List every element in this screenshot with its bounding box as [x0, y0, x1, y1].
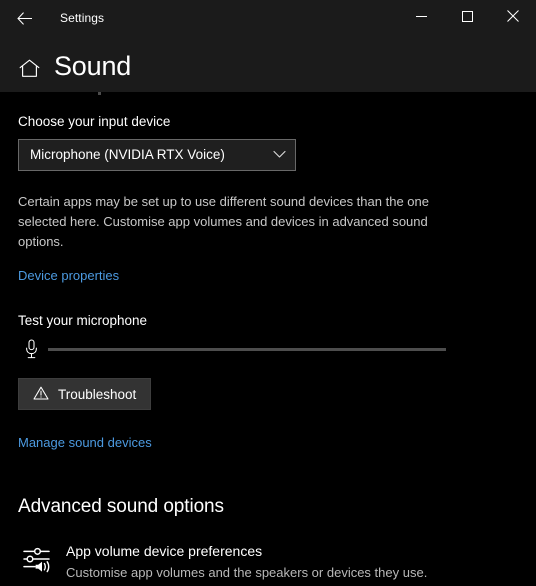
input-device-description: Certain apps may be set up to use differ… [18, 193, 429, 250]
microphone-level-row [18, 336, 518, 362]
microphone-test-label: Test your microphone [18, 313, 148, 329]
microphone-icon [18, 339, 44, 359]
advanced-item-description: Customise app volumes and the speakers o… [66, 564, 428, 580]
home-icon[interactable] [16, 59, 42, 78]
app-volume-mixer-icon [20, 545, 56, 573]
settings-content: Choose your input device Microphone (NVI… [0, 91, 536, 586]
device-properties-link[interactable]: Device properties [18, 268, 119, 284]
settings-window: Settings Sound Choose your input device … [0, 0, 536, 586]
minimize-button[interactable] [398, 0, 444, 36]
title-bar: Settings [0, 0, 536, 36]
back-button[interactable] [2, 2, 46, 34]
maximize-button[interactable] [444, 0, 490, 36]
page-header: Sound [0, 36, 536, 92]
microphone-level-bar [48, 347, 446, 351]
advanced-item-app-volume[interactable]: App volume device preferences Customise … [18, 538, 488, 585]
input-device-label: Choose your input device [18, 113, 171, 129]
advanced-sound-options-title: Advanced sound options [18, 496, 224, 518]
app-title: Settings [60, 11, 105, 25]
back-arrow-icon [16, 11, 32, 25]
scrolled-content-sliver [0, 91, 536, 100]
warning-triangle-icon [33, 386, 49, 403]
close-button[interactable] [490, 0, 536, 36]
manage-sound-devices-link[interactable]: Manage sound devices [18, 435, 152, 451]
maximize-icon [461, 9, 473, 27]
troubleshoot-button-label: Troubleshoot [58, 386, 137, 402]
input-device-dropdown[interactable]: Microphone (NVIDIA RTX Voice) [18, 138, 296, 171]
close-icon [507, 9, 519, 27]
page-title: Sound [54, 51, 132, 81]
input-device-selected-value: Microphone (NVIDIA RTX Voice) [30, 147, 225, 163]
minimize-icon [415, 9, 427, 27]
advanced-item-name: App volume device preferences [66, 543, 263, 560]
caption-buttons [398, 0, 536, 36]
troubleshoot-button[interactable]: Troubleshoot [18, 378, 152, 411]
chevron-down-icon [269, 150, 289, 159]
